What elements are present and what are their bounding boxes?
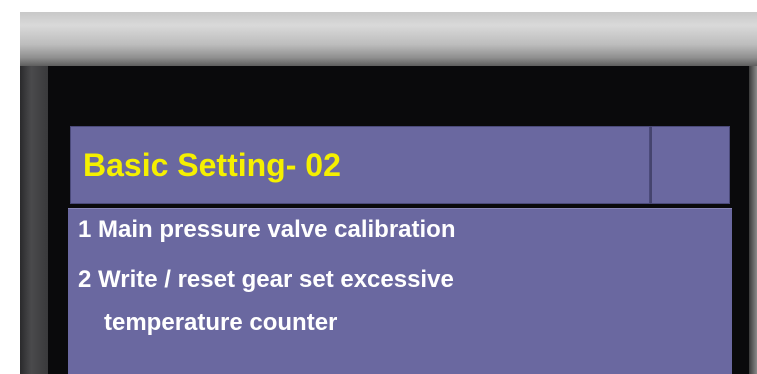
menu-item-write-reset-gear-set-counter-line2[interactable]: temperature counter xyxy=(104,309,337,337)
left-bezel xyxy=(20,66,48,374)
display-screen: Basic Setting- 02 1 Main pressure valve … xyxy=(48,66,749,374)
menu-item-main-pressure-valve-calibration[interactable]: 1 Main pressure valve calibration xyxy=(78,216,456,244)
menu-item-write-reset-gear-set-counter[interactable]: 2 Write / reset gear set excessive xyxy=(78,266,454,294)
top-bezel xyxy=(20,12,757,66)
device-display-frame: Basic Setting- 02 1 Main pressure valve … xyxy=(20,12,757,374)
page-title: Basic Setting- 02 xyxy=(83,147,341,183)
right-bezel xyxy=(749,66,757,374)
title-side-cell xyxy=(650,126,730,204)
title-bar: Basic Setting- 02 xyxy=(70,126,650,204)
